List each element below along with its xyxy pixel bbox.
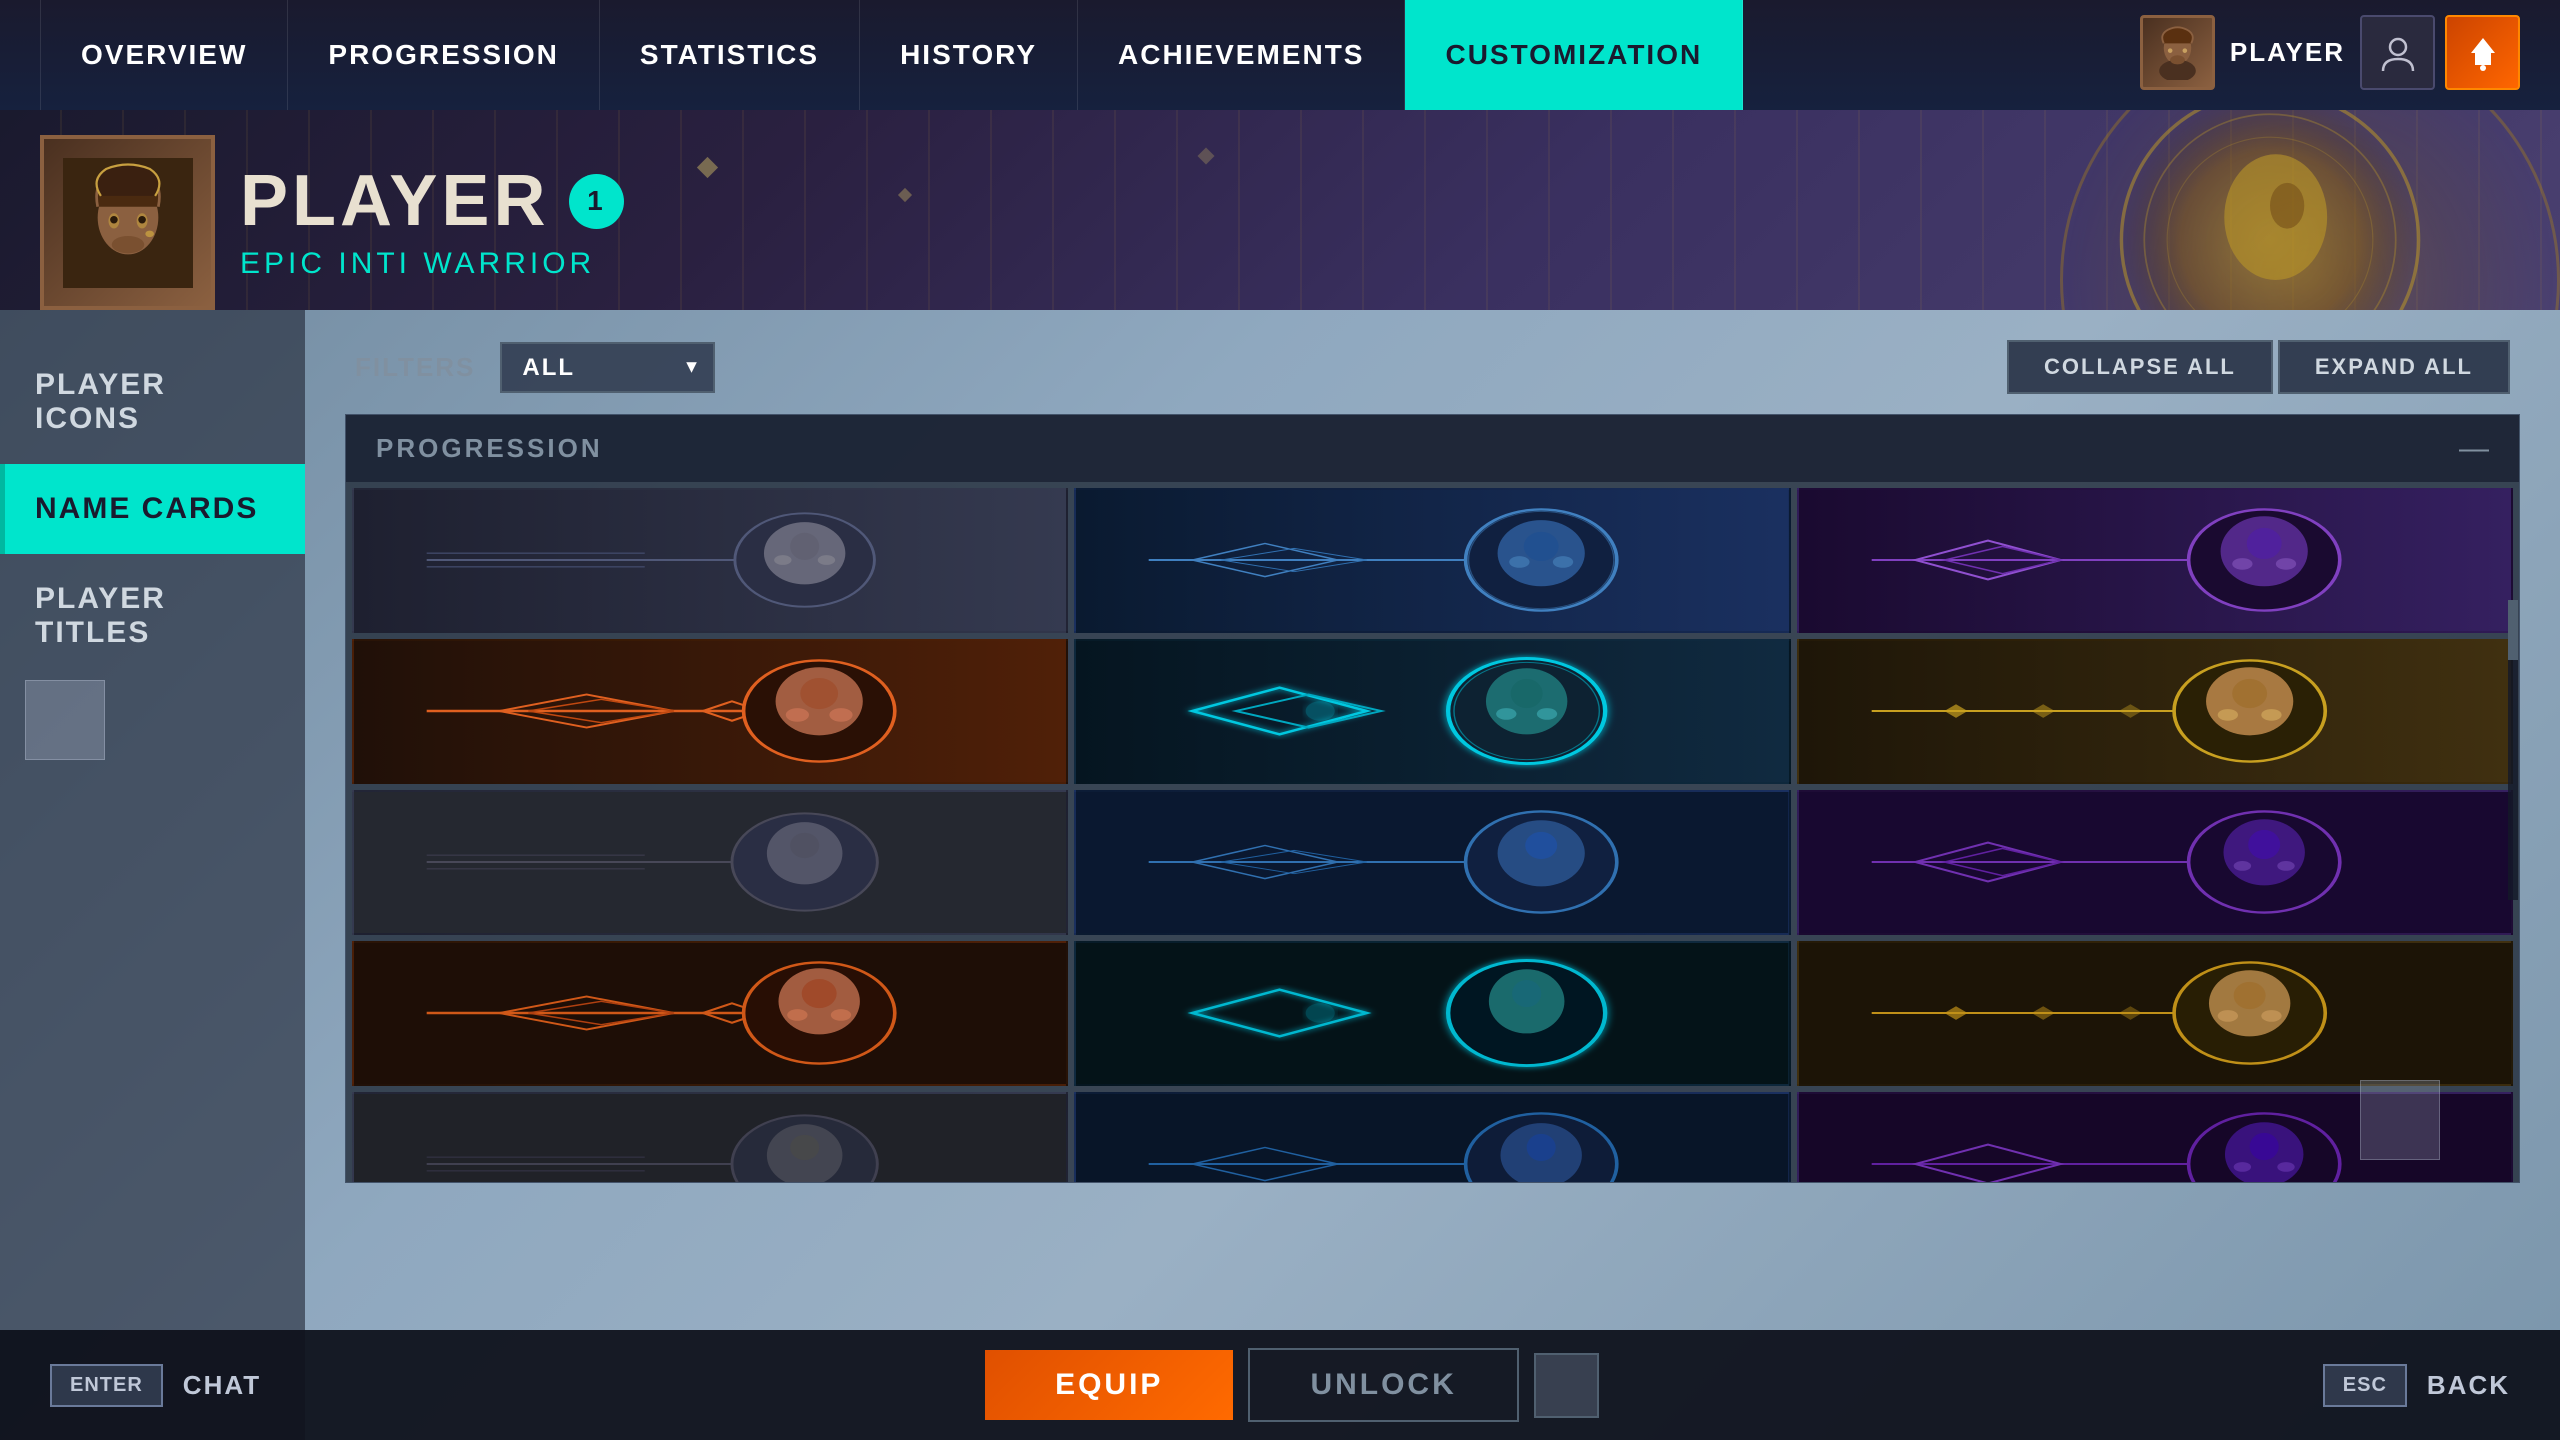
deco-diamond-1 xyxy=(697,157,718,178)
progression-header: PROGRESSION — xyxy=(346,415,2519,482)
progression-section: PROGRESSION — xyxy=(345,414,2520,1183)
top-right-user: PLAYER xyxy=(2140,15,2520,90)
progression-title: PROGRESSION xyxy=(376,433,603,464)
name-card-1[interactable] xyxy=(352,488,1068,633)
name-card-8[interactable] xyxy=(1074,790,1790,935)
name-card-13[interactable] xyxy=(352,1092,1068,1182)
name-card-9[interactable] xyxy=(1797,790,2513,935)
hero-text: PLAYER 1 EPIC INTI WARRIOR xyxy=(240,160,624,281)
equip-button[interactable]: EQUIP xyxy=(985,1350,1233,1420)
collapse-button[interactable]: — xyxy=(2459,434,2489,464)
filter-select[interactable]: ALL OWNED UNOWNED xyxy=(500,342,715,393)
notification-icon-btn[interactable] xyxy=(2445,15,2520,90)
user-avatar-small xyxy=(2140,15,2215,90)
filter-buttons: COLLAPSE ALL EXPAND ALL xyxy=(2007,340,2510,394)
collapse-all-button[interactable]: COLLAPSE ALL xyxy=(2007,340,2273,394)
tab-history[interactable]: HISTORY xyxy=(860,0,1078,110)
left-deco-square xyxy=(25,680,105,760)
sidebar-item-player-titles[interactable]: PLAYER TITLES xyxy=(0,554,305,678)
profile-icon-btn[interactable] xyxy=(2360,15,2435,90)
top-navigation: OVERVIEW PROGRESSION STATISTICS HISTORY … xyxy=(0,0,2560,110)
name-card-10[interactable] xyxy=(352,941,1068,1086)
enter-key-badge: ENTER xyxy=(50,1364,163,1407)
name-card-4[interactable] xyxy=(352,639,1068,784)
content-panel: FILTERS ALL OWNED UNOWNED COLLAPSE ALL E… xyxy=(305,310,2560,1440)
name-card-5[interactable] xyxy=(1074,639,1790,784)
chat-label: CHAT xyxy=(183,1370,261,1401)
tab-statistics[interactable]: STATISTICS xyxy=(600,0,860,110)
deco-diamond-2 xyxy=(898,188,912,202)
selected-indicator xyxy=(1534,1353,1599,1418)
sidebar-item-name-cards[interactable]: NAME CARDS xyxy=(0,464,305,554)
scrollbar-track xyxy=(2508,600,2518,900)
unlock-button[interactable]: UNLOCK xyxy=(1248,1348,1518,1422)
name-card-12[interactable] xyxy=(1797,941,2513,1086)
name-card-7[interactable] xyxy=(352,790,1068,935)
deco-diamond-3 xyxy=(1198,148,1215,165)
name-card-14[interactable] xyxy=(1074,1092,1790,1182)
scrollbar-thumb[interactable] xyxy=(2508,600,2518,660)
name-card-2[interactable] xyxy=(1074,488,1790,633)
hero-subtitle: EPIC INTI WARRIOR xyxy=(240,247,624,281)
filter-select-wrapper[interactable]: ALL OWNED UNOWNED xyxy=(500,342,715,393)
filter-left: FILTERS ALL OWNED UNOWNED xyxy=(355,342,715,393)
hero-portrait-right xyxy=(2060,110,2480,310)
back-label: BACK xyxy=(2427,1370,2510,1401)
bottom-bar: ENTER CHAT EQUIP UNLOCK ESC BACK xyxy=(0,1330,2560,1440)
bottom-right: ESC BACK xyxy=(2323,1364,2510,1407)
hero-avatar xyxy=(40,135,215,310)
hero-banner: PLAYER 1 EPIC INTI WARRIOR xyxy=(0,110,2560,310)
name-card-6[interactable] xyxy=(1797,639,2513,784)
hero-level-badge: 1 xyxy=(569,174,624,229)
bottom-center: EQUIP UNLOCK xyxy=(985,1348,1599,1422)
tab-customization[interactable]: CUSTOMIZATION xyxy=(1405,0,1743,110)
tab-progression[interactable]: PROGRESSION xyxy=(288,0,599,110)
top-right-icons xyxy=(2360,15,2520,90)
bottom-left: ENTER CHAT xyxy=(50,1364,261,1407)
filter-label: FILTERS xyxy=(355,352,475,383)
tab-achievements[interactable]: ACHIEVEMENTS xyxy=(1078,0,1405,110)
cards-grid xyxy=(346,482,2519,1182)
filter-bar: FILTERS ALL OWNED UNOWNED COLLAPSE ALL E… xyxy=(345,340,2520,394)
right-deco-square xyxy=(2360,1080,2440,1160)
hero-player-name: PLAYER 1 xyxy=(240,160,624,242)
expand-all-button[interactable]: EXPAND ALL xyxy=(2278,340,2510,394)
name-card-11[interactable] xyxy=(1074,941,1790,1086)
name-card-3[interactable] xyxy=(1797,488,2513,633)
main-content: PLAYER ICONS NAME CARDS PLAYER TITLES FI… xyxy=(0,310,2560,1440)
sidebar-item-player-icons[interactable]: PLAYER ICONS xyxy=(0,340,305,464)
tab-overview[interactable]: OVERVIEW xyxy=(40,0,288,110)
player-name-top: PLAYER xyxy=(2230,37,2345,68)
esc-key-badge: ESC xyxy=(2323,1364,2407,1407)
sidebar: PLAYER ICONS NAME CARDS PLAYER TITLES xyxy=(0,310,305,1440)
